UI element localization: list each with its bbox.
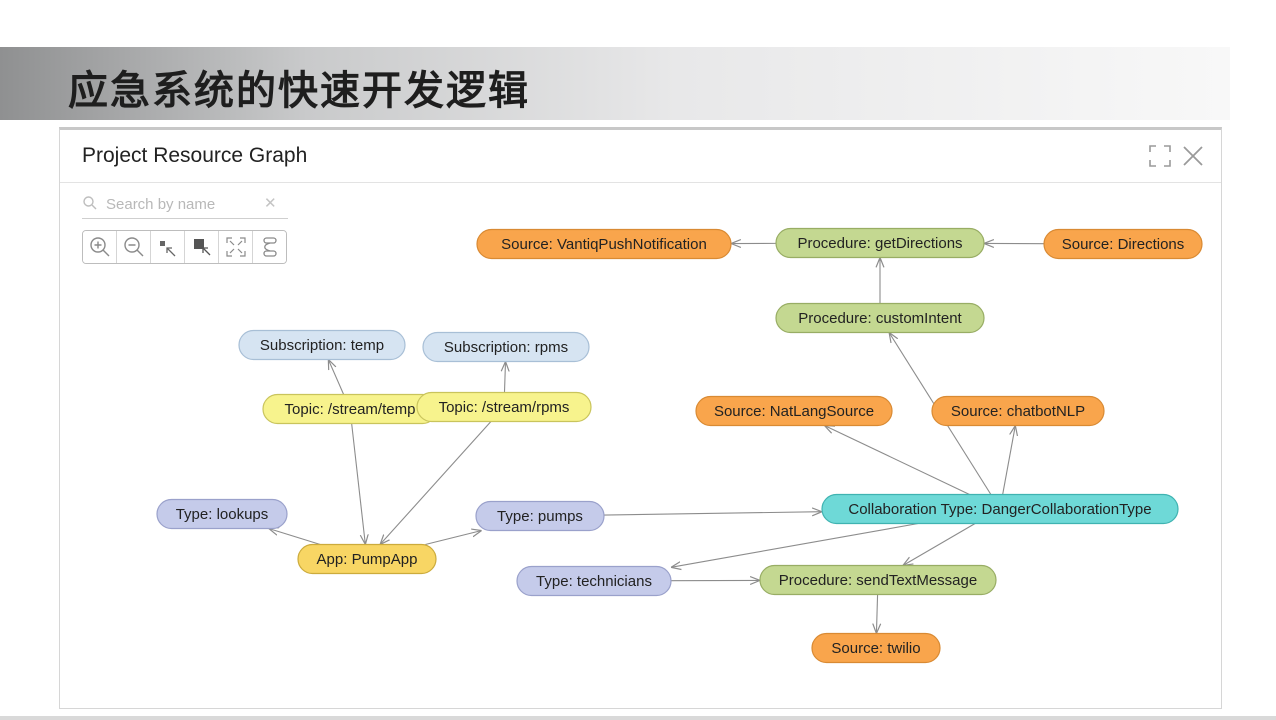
graph-node-pumps[interactable]: Type: pumps <box>475 500 605 532</box>
graph-node-pumpapp[interactable]: App: PumpApp <box>297 543 437 575</box>
graph-node-label: Procedure: customIntent <box>798 310 962 327</box>
bottom-rule <box>0 716 1276 720</box>
graph-node-label: Subscription: rpms <box>444 339 568 356</box>
graph-node-label: Source: VantiqPushNotification <box>501 236 707 253</box>
edge-toptemp-subtemp <box>328 360 345 395</box>
graph-node-label: Topic: /stream/temp <box>285 401 416 418</box>
slide-title: 应急系统的快速开发逻辑 <box>68 68 530 114</box>
graph-node-label: Source: NatLangSource <box>714 403 874 420</box>
graph-node-label: App: PumpApp <box>317 551 418 568</box>
graph-node-vantiq[interactable]: Source: VantiqPushNotification <box>476 228 732 260</box>
graph-node-twilio[interactable]: Source: twilio <box>811 632 941 664</box>
graph-node-lookups[interactable]: Type: lookups <box>156 498 288 530</box>
graph-node-natlang[interactable]: Source: NatLangSource <box>695 395 893 427</box>
edge-collab-techs <box>671 522 919 568</box>
graph-node-subtemp[interactable]: Subscription: temp <box>238 329 406 361</box>
graph-node-label: Subscription: temp <box>260 337 384 354</box>
edge-toprpms-pumpapp <box>380 421 492 545</box>
graph-node-label: Source: Directions <box>1062 236 1185 253</box>
resource-graph-panel: Project Resource Graph ✕ <box>59 127 1222 709</box>
graph-node-directions[interactable]: Source: Directions <box>1043 228 1203 260</box>
graph-node-getdir[interactable]: Procedure: getDirections <box>775 227 985 259</box>
edge-toptemp-pumpapp <box>351 423 366 545</box>
edge-collab-sendtext <box>903 523 976 566</box>
graph-node-toprpms[interactable]: Topic: /stream/rpms <box>416 391 592 423</box>
graph-node-collab[interactable]: Collaboration Type: DangerCollaborationT… <box>821 493 1179 525</box>
graph-node-label: Procedure: sendTextMessage <box>779 572 977 589</box>
edge-pumpapp-pumps <box>425 531 481 546</box>
edge-pumps-collab <box>603 512 822 515</box>
graph-node-sendtext[interactable]: Procedure: sendTextMessage <box>759 564 997 596</box>
graph-node-label: Collaboration Type: DangerCollaborationT… <box>848 501 1151 518</box>
graph-node-label: Type: pumps <box>497 508 583 525</box>
edge-sendtext-twilio <box>876 594 877 634</box>
graph-node-custom[interactable]: Procedure: customIntent <box>775 302 985 334</box>
graph-node-chatbot[interactable]: Source: chatbotNLP <box>931 395 1105 427</box>
edge-collab-natlang <box>824 426 970 495</box>
graph-node-subrpms[interactable]: Subscription: rpms <box>422 331 590 363</box>
graph-node-label: Type: lookups <box>176 506 269 523</box>
graph-node-techs[interactable]: Type: technicians <box>516 565 672 597</box>
graph-node-label: Source: chatbotNLP <box>951 403 1085 420</box>
graph-node-label: Procedure: getDirections <box>797 235 962 252</box>
edge-toprpms-subrpms <box>504 362 505 393</box>
edge-collab-chatbot <box>1002 426 1016 495</box>
graph-node-label: Source: twilio <box>831 640 920 657</box>
edge-pumpapp-lookups <box>269 529 321 546</box>
graph-node-toptemp[interactable]: Topic: /stream/temp <box>262 393 438 425</box>
resource-graph: Source: VantiqPushNotification Procedure:… <box>156 227 1203 664</box>
graph-node-label: Type: technicians <box>536 573 652 590</box>
graph-node-label: Topic: /stream/rpms <box>439 399 570 416</box>
